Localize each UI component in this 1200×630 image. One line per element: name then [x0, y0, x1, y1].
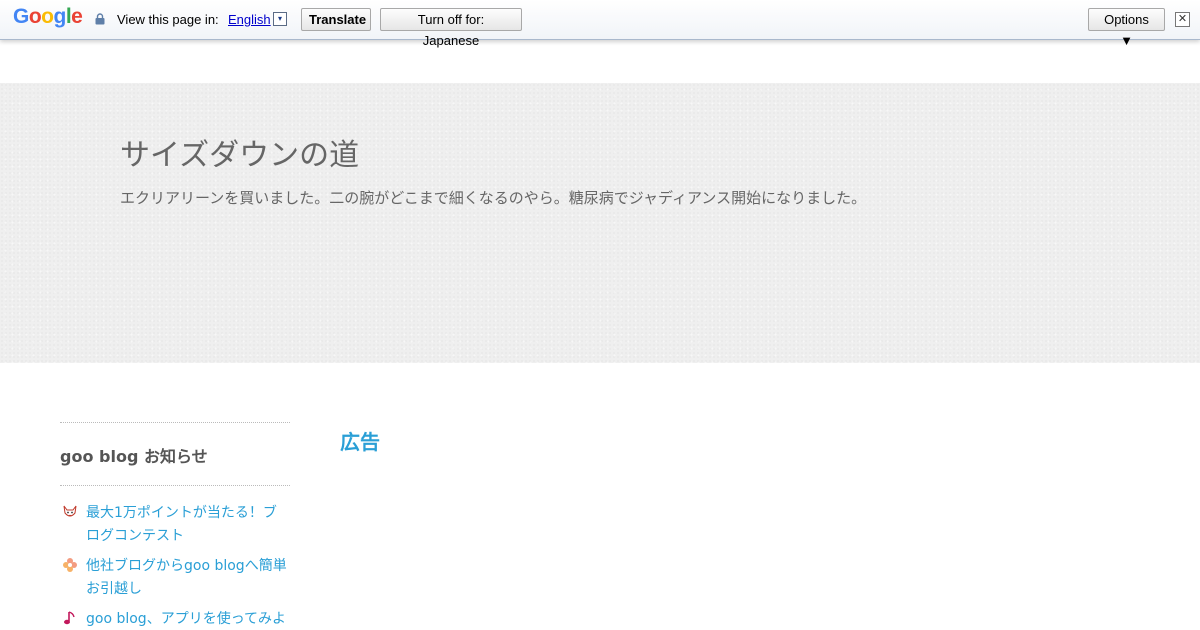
- lock-icon: [95, 13, 105, 25]
- google-logo-letter: e: [71, 5, 83, 28]
- ad-heading: 広告: [340, 430, 380, 454]
- notice-list: 最大1万ポイントが当たる！ブログコンテスト 他社ブログからgoo blogへ簡単…: [60, 486, 290, 630]
- translate-button[interactable]: Translate: [301, 8, 371, 31]
- notice-item-label: 最大1万ポイントが当たる！ブログコンテスト: [86, 505, 277, 544]
- google-logo-letter: G: [13, 5, 29, 28]
- google-logo-letter: o: [41, 5, 54, 28]
- fox-face-icon: [63, 505, 77, 517]
- google-logo-letter: g: [53, 5, 67, 28]
- language-dropdown-icon[interactable]: ▾: [273, 12, 287, 26]
- google-logo-letter: o: [28, 5, 42, 28]
- translate-bar: Google View this page in: English ▾ Tran…: [0, 0, 1200, 48]
- notice-item[interactable]: 最大1万ポイントが当たる！ブログコンテスト: [60, 502, 290, 548]
- flower-icon: [63, 558, 77, 572]
- google-logo: Google: [13, 5, 83, 29]
- notice-item-label: 他社ブログからgoo blogへ簡単お引越し: [86, 558, 287, 597]
- close-icon[interactable]: ✕: [1175, 12, 1190, 27]
- turn-off-japanese-button[interactable]: Turn off for: Japanese: [380, 8, 522, 48]
- view-page-label: View this page in:: [117, 12, 219, 27]
- blog-title[interactable]: サイズダウンの道: [120, 130, 359, 174]
- blog-header: サイズダウンの道 エクリアリーンを買いました。二の腕がどこまで細くなるのやら。糖…: [0, 83, 1200, 363]
- options-button[interactable]: Options ▼: [1088, 8, 1165, 48]
- notice-item[interactable]: goo blog、アプリを使ってみよ: [60, 608, 290, 630]
- music-note-icon: [64, 611, 75, 625]
- notice-item-label: goo blog、アプリを使ってみよ: [86, 611, 286, 627]
- blog-description: エクリアリーンを買いました。二の腕がどこまで細くなるのやら。糖尿病でジャディアン…: [120, 189, 867, 207]
- sidebar: goo blog お知らせ 最大1万ポイントが当たる！ブログコンテスト 他社ブロ…: [60, 422, 290, 630]
- language-select[interactable]: English: [228, 12, 271, 27]
- notice-item[interactable]: 他社ブログからgoo blogへ簡単お引越し: [60, 555, 290, 601]
- sidebar-heading: goo blog お知らせ: [60, 447, 208, 466]
